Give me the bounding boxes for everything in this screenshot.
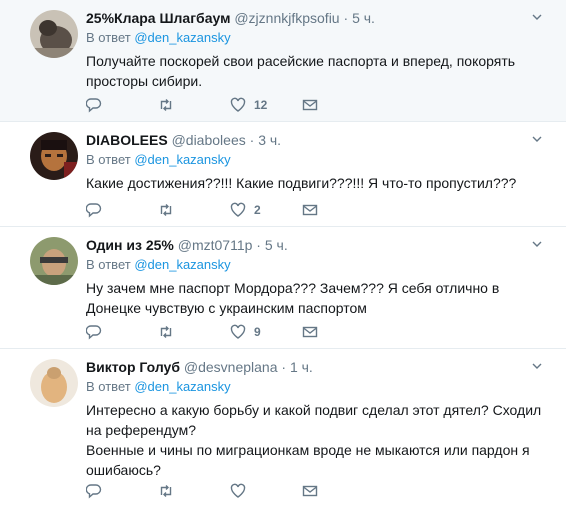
author-handle[interactable]: @desvneplana <box>184 359 278 375</box>
reply-context: В ответ @den_kazansky <box>86 256 544 274</box>
tweet-text: Получайте поскорей свои расейские паспор… <box>86 51 544 91</box>
envelope-icon <box>302 485 318 497</box>
reply-to-link[interactable]: @den_kazansky <box>134 152 230 167</box>
tweet[interactable]: Один из 25% @mzt0711p · 5 ч. В ответ @de… <box>0 227 566 349</box>
reply-context: В ответ @den_kazansky <box>86 29 544 47</box>
author-name[interactable]: Виктор Голуб <box>86 359 180 375</box>
retweet-button[interactable] <box>158 202 230 218</box>
reply-icon <box>86 203 102 218</box>
tweet-actions: 12 <box>86 95 374 115</box>
tweet-text-line: Интересно а какую борьбу и какой подвиг … <box>86 402 542 438</box>
avatar[interactable] <box>30 359 78 407</box>
reply-icon <box>86 325 102 340</box>
tweet-time[interactable]: 3 ч. <box>258 132 281 148</box>
chevron-down-icon[interactable] <box>532 12 542 22</box>
heart-icon <box>230 202 246 217</box>
like-button[interactable] <box>230 483 302 499</box>
direct-message-button[interactable] <box>302 324 374 340</box>
author-handle[interactable]: @mzt0711p <box>178 237 253 253</box>
separator-dot: · <box>249 132 255 148</box>
reply-prefix: В ответ <box>86 30 131 45</box>
reply-icon <box>86 484 102 499</box>
chevron-down-icon[interactable] <box>532 134 542 144</box>
tweet[interactable]: 25%Клара Шлагбаум @zjznnkjfkpsofiu · 5 ч… <box>0 0 566 122</box>
tweet-actions: 9 <box>86 322 374 342</box>
reply-prefix: В ответ <box>86 379 131 394</box>
like-button[interactable]: 2 <box>230 202 302 218</box>
tweet-text-line: Какие достижения??!!! Какие подвиги???!!… <box>86 175 517 191</box>
reply-button[interactable] <box>86 324 158 340</box>
reply-icon <box>86 98 102 113</box>
tweet-text: Интересно а какую борьбу и какой подвиг … <box>86 400 544 480</box>
author-name[interactable]: 25%Клара Шлагбаум <box>86 10 230 26</box>
tweet[interactable]: DIABOLEES @diabolees · 3 ч. В ответ @den… <box>0 122 566 227</box>
envelope-icon <box>302 99 318 111</box>
tweet-actions: 2 <box>86 200 374 220</box>
heart-icon <box>230 483 246 498</box>
heart-icon <box>230 324 246 339</box>
envelope-icon <box>302 204 318 216</box>
like-count: 9 <box>254 325 261 339</box>
author-name[interactable]: DIABOLEES <box>86 132 168 148</box>
tweet-text-line: Ну зачем мне паспорт Мордора??? Зачем???… <box>86 280 500 316</box>
chevron-down-icon[interactable] <box>532 361 542 371</box>
like-count: 2 <box>254 203 261 217</box>
avatar[interactable] <box>30 237 78 285</box>
tweet-text: Какие достижения??!!! Какие подвиги???!!… <box>86 173 544 193</box>
avatar[interactable] <box>30 10 78 58</box>
tweet-actions <box>86 481 374 501</box>
reply-button[interactable] <box>86 97 158 113</box>
like-button[interactable]: 12 <box>230 97 302 113</box>
reply-context: В ответ @den_kazansky <box>86 151 544 169</box>
author-handle[interactable]: @zjznnkjfkpsofiu <box>234 10 339 26</box>
reply-button[interactable] <box>86 483 158 499</box>
direct-message-button[interactable] <box>302 202 374 218</box>
chevron-down-icon[interactable] <box>532 239 542 249</box>
avatar[interactable] <box>30 132 78 180</box>
direct-message-button[interactable] <box>302 97 374 113</box>
author-name[interactable]: Один из 25% <box>86 237 174 253</box>
tweet-time[interactable]: 5 ч. <box>352 10 375 26</box>
separator-dot: · <box>343 10 349 26</box>
retweet-button[interactable] <box>158 97 230 113</box>
like-count: 12 <box>254 98 268 112</box>
heart-icon <box>230 97 246 112</box>
reply-prefix: В ответ <box>86 152 131 167</box>
tweet-text: Ну зачем мне паспорт Мордора??? Зачем???… <box>86 278 544 318</box>
reply-button[interactable] <box>86 202 158 218</box>
tweet-time[interactable]: 1 ч. <box>290 359 313 375</box>
envelope-icon <box>302 326 318 338</box>
retweet-button[interactable] <box>158 483 230 499</box>
direct-message-button[interactable] <box>302 483 374 499</box>
reply-to-link[interactable]: @den_kazansky <box>134 379 230 394</box>
tweet-time[interactable]: 5 ч. <box>265 237 288 253</box>
retweet-icon <box>160 204 172 216</box>
tweet-text-line: Получайте поскорей свои расейские паспор… <box>86 53 516 89</box>
reply-to-link[interactable]: @den_kazansky <box>134 257 230 272</box>
retweet-button[interactable] <box>158 324 230 340</box>
separator-dot: · <box>256 237 261 253</box>
reply-prefix: В ответ <box>86 257 131 272</box>
reply-to-link[interactable]: @den_kazansky <box>134 30 230 45</box>
retweet-icon <box>160 99 172 111</box>
separator-dot: · <box>281 359 287 375</box>
retweet-icon <box>160 485 172 497</box>
like-button[interactable]: 9 <box>230 324 302 340</box>
tweet-text-line: Военные и чины по миграционкам вроде не … <box>86 442 530 478</box>
retweet-icon <box>160 326 172 338</box>
reply-context: В ответ @den_kazansky <box>86 378 544 396</box>
tweet[interactable]: Виктор Голуб @desvneplana · 1 ч. В ответ… <box>0 349 566 509</box>
author-handle[interactable]: @diabolees <box>172 132 246 148</box>
